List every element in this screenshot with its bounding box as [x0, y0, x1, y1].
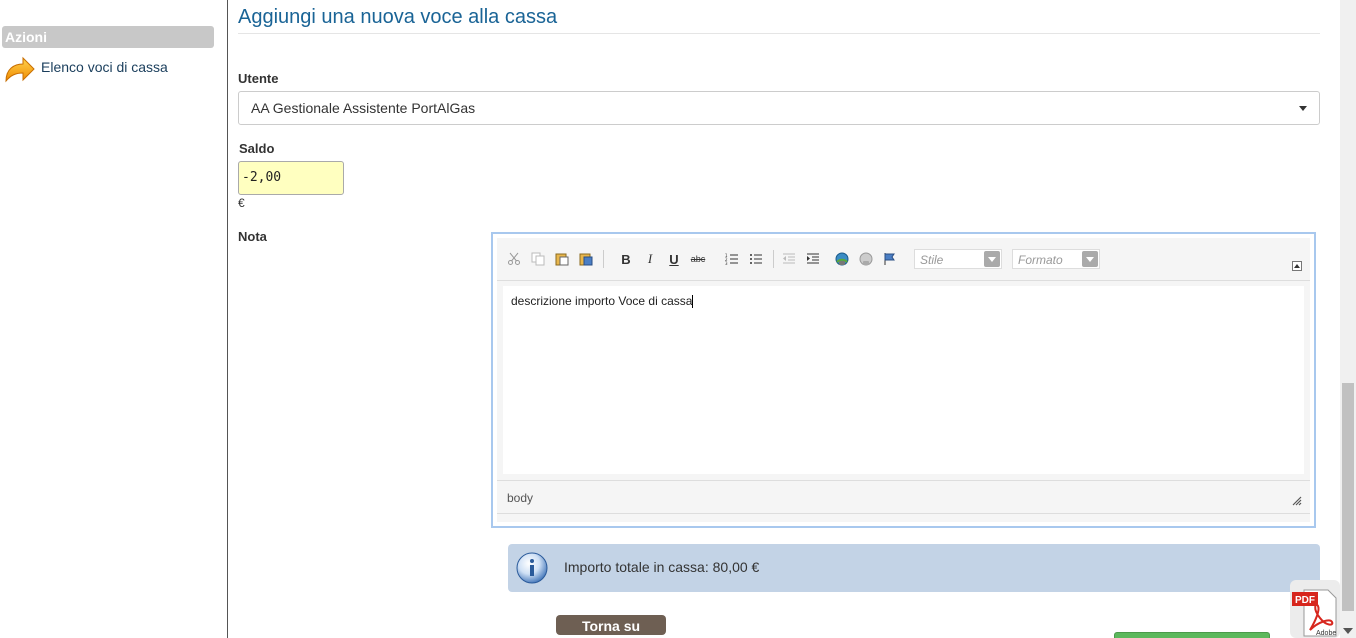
underline-button[interactable]: U [663, 248, 685, 270]
orange-arrow-icon [5, 56, 35, 83]
rich-text-editor: B I U abc 123 Stile Formato descrizione … [491, 232, 1316, 528]
text-cursor [692, 295, 694, 309]
style-select[interactable]: Stile [914, 249, 1002, 269]
utente-label: Utente [238, 71, 279, 86]
italic-button[interactable]: I [639, 248, 661, 270]
sidebar-item-elenco-voci[interactable]: Elenco voci di cassa [2, 55, 168, 89]
element-path[interactable]: body [507, 491, 533, 505]
nota-editor-content[interactable]: descrizione importo Voce di cassa [503, 286, 1304, 474]
nota-text: descrizione importo Voce di cassa [511, 294, 693, 308]
outdent-icon[interactable] [778, 248, 800, 270]
editor-status-bar: body [497, 480, 1310, 514]
bullet-list-icon[interactable] [745, 248, 767, 270]
scrollbar-thumb[interactable] [1342, 383, 1354, 611]
format-select[interactable]: Formato [1012, 249, 1100, 269]
style-select-placeholder: Stile [920, 253, 944, 267]
chevron-down-icon [1299, 106, 1307, 111]
svg-text:PDF: PDF [1295, 595, 1315, 606]
sidebar-section-title: Azioni [2, 26, 214, 48]
format-select-placeholder: Formato [1018, 253, 1063, 267]
strikethrough-icon: abc [690, 254, 706, 264]
numbered-list-icon[interactable]: 123 [721, 248, 743, 270]
paste-word-icon[interactable] [575, 248, 597, 270]
info-icon [516, 552, 548, 584]
toolbar-separator [603, 250, 604, 268]
nota-label: Nota [238, 229, 267, 244]
submit-button[interactable] [1114, 632, 1270, 638]
unlink-icon[interactable] [855, 248, 877, 270]
copy-icon[interactable] [527, 248, 549, 270]
title-divider [238, 33, 1320, 34]
indent-icon[interactable] [802, 248, 824, 270]
italic-icon: I [647, 251, 653, 266]
chevron-down-icon [1082, 251, 1098, 267]
toolbar-separator [773, 250, 774, 268]
collapse-toolbar-icon[interactable] [1292, 261, 1302, 271]
info-text: Importo totale in cassa: 80,00 € [564, 559, 760, 575]
sidebar-item-label: Elenco voci di cassa [41, 59, 168, 75]
scroll-down-icon[interactable] [1343, 628, 1353, 634]
link-icon[interactable] [831, 248, 853, 270]
utente-select-value: AA Gestionale Assistente PortAlGas [251, 100, 476, 116]
sidebar: Azioni Elenco voci di cassa [0, 0, 228, 638]
pdf-icon[interactable]: PDF Adobe [1290, 580, 1340, 638]
chevron-down-icon [984, 251, 1000, 267]
saldo-input[interactable]: -2,00 [238, 161, 344, 195]
utente-select[interactable]: AA Gestionale Assistente PortAlGas [238, 91, 1320, 125]
saldo-unit: € [238, 196, 245, 210]
strikethrough-button[interactable]: abc [687, 248, 709, 270]
svg-text:Adobe: Adobe [1316, 630, 1336, 637]
anchor-flag-icon[interactable] [879, 248, 901, 270]
paste-icon[interactable] [551, 248, 573, 270]
info-alert: Importo totale in cassa: 80,00 € [508, 544, 1320, 592]
editor-toolbar: B I U abc 123 Stile Formato [497, 238, 1310, 281]
underline-icon: U [669, 251, 679, 267]
back-to-top-button[interactable]: Torna su [556, 615, 666, 635]
resize-handle-icon[interactable] [1290, 494, 1302, 506]
page-title: Aggiungi una nuova voce alla cassa [238, 6, 558, 28]
bold-icon: B [621, 251, 631, 267]
svg-text:3: 3 [725, 261, 728, 266]
cut-icon[interactable] [503, 248, 525, 270]
saldo-label: Saldo [239, 141, 275, 156]
bold-button[interactable]: B [615, 248, 637, 270]
